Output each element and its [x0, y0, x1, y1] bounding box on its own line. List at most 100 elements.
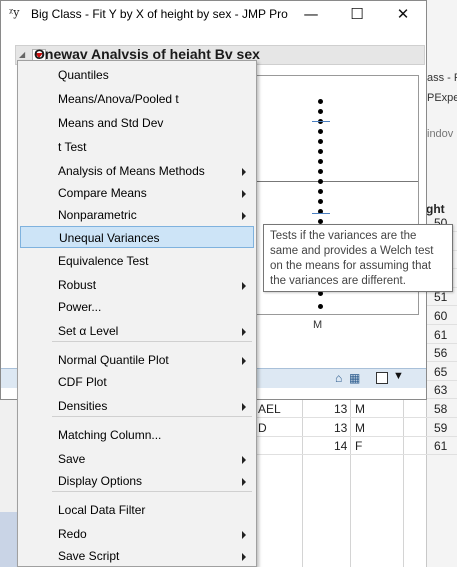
table-cell-height[interactable]: 65	[434, 365, 447, 379]
menu-item-label: Quantiles	[58, 68, 109, 82]
menu-item-label: Display Options	[58, 474, 143, 488]
menu-item-label: Compare Means	[58, 186, 147, 200]
tooltip: Tests if the variances are the same and …	[263, 224, 453, 292]
menu-item-set-level[interactable]: Set α Level	[20, 320, 254, 342]
table-cell-height[interactable]: 61	[434, 328, 447, 342]
table-cell-sex[interactable]: M	[355, 402, 365, 416]
table-cell-height[interactable]: 56	[434, 346, 447, 360]
menu-item-label: t Test	[58, 140, 87, 154]
table-cell-height[interactable]: 60	[434, 309, 447, 323]
data-point	[318, 189, 323, 194]
data-point	[318, 139, 323, 144]
background-title-snippet: ass - F	[427, 72, 457, 84]
menu-item-display-options[interactable]: Display Options	[20, 470, 254, 492]
menu-item-normal-quantile-plot[interactable]: Normal Quantile Plot	[20, 349, 254, 371]
menu-item-compare-means[interactable]: Compare Means	[20, 182, 254, 204]
submenu-arrow-icon	[242, 168, 246, 176]
data-point	[318, 99, 323, 104]
menu-item-save-script[interactable]: Save Script	[20, 545, 254, 567]
table-cell-age[interactable]: 14	[334, 439, 347, 453]
menu-item-quantiles[interactable]: Quantiles	[20, 64, 254, 86]
menu-item-label: CDF Plot	[58, 375, 107, 389]
submenu-arrow-icon	[242, 328, 246, 336]
minimize-button[interactable]: —	[288, 1, 334, 27]
submenu-arrow-icon	[242, 190, 246, 198]
table-cell-sex[interactable]: M	[355, 421, 365, 435]
menu-item-label: Densities	[58, 399, 108, 413]
data-point	[318, 149, 323, 154]
data-point	[318, 179, 323, 184]
menu-item-power[interactable]: Power...	[20, 296, 254, 318]
data-point	[318, 159, 323, 164]
background-text-snippet: PExpe	[427, 92, 457, 104]
table-cell-age[interactable]: 13	[334, 402, 347, 416]
menu-item-save[interactable]: Save	[20, 448, 254, 470]
menu-separator	[52, 491, 252, 492]
left-panel-footer	[0, 512, 18, 567]
menu-item-nonparametric[interactable]: Nonparametric	[20, 204, 254, 226]
table-row-divider	[256, 454, 457, 456]
table-cell-age[interactable]: 13	[334, 421, 347, 435]
table-row-divider	[256, 417, 457, 418]
table-cell-sex[interactable]: F	[355, 439, 362, 453]
table-cell-name[interactable]: AEL	[258, 402, 281, 416]
x-axis-tick-label: M	[313, 319, 323, 331]
submenu-arrow-icon	[242, 456, 246, 464]
data-point	[318, 109, 323, 114]
menu-item-label: Local Data Filter	[58, 503, 146, 517]
table-row-divider	[256, 435, 457, 437]
menu-item-label: Robust	[58, 278, 97, 292]
data-point	[318, 199, 323, 204]
dropdown-arrow-icon[interactable]: ▼	[393, 370, 404, 382]
menu-item-label: Unequal Variances	[59, 231, 160, 245]
home-icon[interactable]: ⌂	[335, 371, 342, 385]
menu-item-redo[interactable]: Redo	[20, 523, 254, 545]
data-point	[318, 129, 323, 134]
menu-item-local-data-filter[interactable]: Local Data Filter	[20, 499, 254, 521]
menu-item-densities[interactable]: Densities	[20, 395, 254, 417]
table-cell-name[interactable]: D	[258, 421, 267, 435]
menu-item-label: Nonparametric	[58, 208, 137, 222]
menu-separator	[52, 341, 252, 342]
grand-mean-line	[252, 181, 418, 182]
menu-item-label: Set α Level	[58, 324, 119, 338]
table-cell-height[interactable]: 61	[434, 439, 447, 453]
menu-item-equivalence-test[interactable]: Equivalence Test	[20, 250, 254, 272]
mean-marker	[312, 121, 330, 122]
disclosure-icon[interactable]: ◢	[19, 50, 25, 59]
data-point	[318, 304, 323, 309]
table-cell-height[interactable]: 59	[434, 421, 447, 435]
submenu-arrow-icon	[242, 282, 246, 290]
submenu-arrow-icon	[242, 403, 246, 411]
table-cell-height[interactable]: 51	[434, 290, 447, 304]
red-triangle-popup-menu: Quantiles Means/Anova/Pooled t Means and S…	[17, 60, 257, 567]
close-button[interactable]: ✕	[380, 1, 426, 27]
menu-item-label: Analysis of Means Methods	[58, 164, 205, 178]
submenu-arrow-icon	[242, 212, 246, 220]
menu-item-analysis-of-means-methods[interactable]: Analysis of Means Methods	[20, 160, 254, 182]
submenu-arrow-icon	[242, 553, 246, 561]
column-header-height[interactable]: ght	[426, 202, 445, 216]
menu-item-label: Equivalence Test	[58, 254, 149, 268]
menu-item-label: Power...	[58, 300, 102, 314]
table-icon[interactable]: ▦	[349, 371, 360, 385]
submenu-arrow-icon	[242, 357, 246, 365]
menu-item-t-test[interactable]: t Test	[20, 136, 254, 158]
menu-item-means-anova-pooled-t[interactable]: Means/Anova/Pooled t	[20, 88, 254, 110]
table-cell-height[interactable]: 63	[434, 383, 447, 397]
table-cell-height[interactable]: 58	[434, 402, 447, 416]
mean-marker	[312, 213, 330, 214]
select-box-icon[interactable]	[376, 372, 388, 384]
menu-item-label: Save Script	[58, 549, 120, 563]
menu-item-robust[interactable]: Robust	[20, 274, 254, 296]
maximize-button[interactable]: ☐	[334, 1, 380, 27]
menu-item-matching-column[interactable]: Matching Column...	[20, 424, 254, 446]
window-title: Big Class - Fit Y by X of height by sex …	[31, 7, 288, 21]
menu-item-means-and-std-dev[interactable]: Means and Std Dev	[20, 112, 254, 134]
data-point	[318, 169, 323, 174]
menu-item-label: Normal Quantile Plot	[58, 353, 169, 367]
title-bar[interactable]: ᵡy Big Class - Fit Y by X of height by s…	[1, 1, 426, 27]
menu-item-unequal-variances[interactable]: Unequal Variances	[20, 226, 254, 248]
menu-item-cdf-plot[interactable]: CDF Plot	[20, 371, 254, 393]
submenu-arrow-icon	[242, 531, 246, 539]
